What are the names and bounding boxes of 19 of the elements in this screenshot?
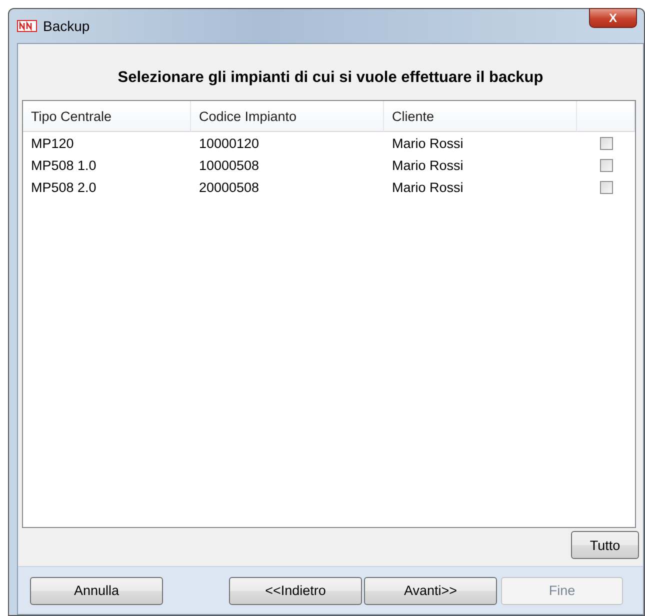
table-cell-text: MP508 2.0 [30,178,98,196]
table-cell-text: Mario Rossi [391,178,464,196]
column-header[interactable]: Codice Impianto [191,101,384,132]
select-all-button[interactable]: Tutto [571,531,639,559]
table-cell-text: Mario Rossi [391,156,464,174]
table-cell-text: 10000508 [198,156,260,174]
dialog-button[interactable]: Annulla [30,576,163,604]
dialog-button[interactable]: <<Indietro [229,576,362,604]
table-cell-text: 20000508 [198,178,260,196]
table-cell-text: MP508 1.0 [30,156,98,174]
table-cell-text: 10000120 [198,134,260,152]
column-header[interactable]: Cliente [384,101,577,132]
table-cell-text: MP120 [30,134,75,152]
close-button[interactable]: X [589,8,637,28]
column-header[interactable]: Tipo Centrale [23,101,191,132]
instruction-heading: Selezionare gli impianti di cui si vuole effettuare il backup [116,68,544,88]
window-title: Backup [43,18,90,34]
dialog-button[interactable]: Avanti>> [364,576,497,604]
table-cell-text: Mario Rossi [391,134,464,152]
